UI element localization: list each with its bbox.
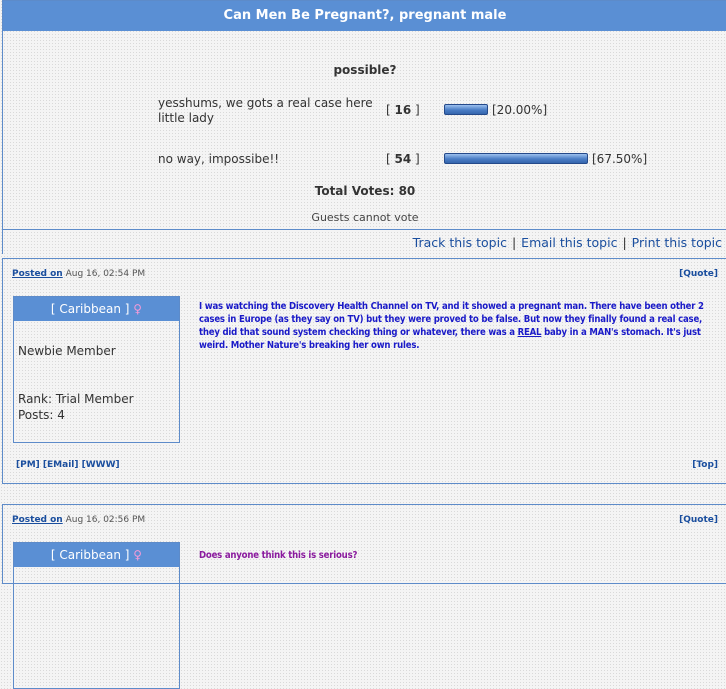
poll-option-2-label: no way, impossibe!! — [158, 152, 280, 166]
poll-option-1-votes: [ 16 ] — [386, 103, 420, 117]
user-info-box: [ Caribbean ] ♀ Newbie Member Rank: Tria… — [13, 296, 180, 443]
poll-option-1-label: yesshums, we gots a real case here littl… — [158, 96, 373, 125]
emphasized-word: REAL — [517, 327, 542, 338]
posted-on-link[interactable]: Posted on — [12, 515, 63, 525]
email-topic-link[interactable]: Email this topic — [521, 235, 617, 250]
username-header: [ Caribbean ] ♀ — [14, 543, 179, 567]
poll-option-1-percent: [20.00%] — [492, 103, 548, 117]
female-symbol-icon: ♀ — [133, 548, 143, 562]
user-title: Newbie Member — [18, 344, 116, 358]
poll-question: possible? — [333, 63, 397, 77]
poll-total-votes: Total Votes: 80 — [314, 184, 416, 198]
user-post-count: Posts: 4 — [18, 408, 65, 422]
poll-option-1-bar — [444, 104, 488, 115]
female-symbol-icon: ♀ — [133, 302, 143, 316]
track-topic-link[interactable]: Track this topic — [413, 235, 507, 250]
poll-option-2-percent: [67.50%] — [592, 152, 648, 166]
post-date: Posted on Aug 16, 02:54 PM — [12, 269, 146, 279]
quote-link[interactable]: [Quote] — [679, 269, 718, 279]
topic-actions-bar: Track this topic | Email this topic | Print … — [2, 229, 726, 254]
user-info-box: [ Caribbean ] ♀ — [13, 542, 180, 689]
poll-option-2-bar — [444, 153, 588, 164]
username-header: [ Caribbean ] ♀ — [14, 297, 179, 321]
username-link[interactable]: [ Caribbean ] — [51, 548, 130, 562]
top-link[interactable]: [Top] — [692, 460, 718, 470]
post-message: I was watching the Discovery Health Chan… — [199, 301, 704, 351]
post-message: Does anyone think this is serious? — [199, 550, 358, 561]
poll-option-2-votes: [ 54 ] — [386, 152, 420, 166]
action-separator: | — [511, 235, 517, 250]
action-separator: | — [622, 235, 627, 250]
contact-links[interactable]: [PM] [EMail] [WWW] — [16, 460, 120, 470]
forum-post: Posted on Aug 16, 02:56 PM [Quote] [ Car… — [2, 504, 726, 689]
username-link[interactable]: [ Caribbean ] — [51, 302, 130, 316]
posted-on-link[interactable]: Posted on — [12, 269, 63, 279]
forum-post: Posted on Aug 16, 02:54 PM [Quote] [ Car… — [2, 258, 726, 484]
user-rank: Rank: Trial Member — [18, 392, 134, 406]
topic-title: Can Men Be Pregnant?, pregnant male — [3, 1, 726, 31]
poll-guests-note: Guests cannot vote — [311, 211, 419, 224]
post-date: Posted on Aug 16, 02:56 PM — [12, 515, 146, 525]
poll-panel: Can Men Be Pregnant?, pregnant male poss… — [2, 0, 726, 230]
quote-link[interactable]: [Quote] — [679, 515, 718, 525]
print-topic-link[interactable]: Print this topic — [632, 235, 722, 250]
